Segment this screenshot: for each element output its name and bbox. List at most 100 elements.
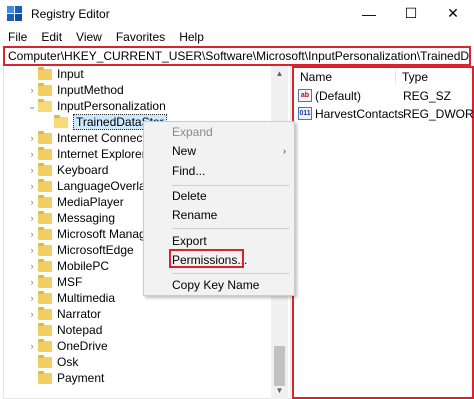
tree-item-messaging[interactable]: › Messaging (26, 210, 115, 226)
menu-item-copy-key-name[interactable]: Copy Key Name (144, 275, 294, 295)
tree-item-languageoverlay[interactable]: › LanguageOverlay (26, 178, 152, 194)
tree-item-inputmethod[interactable]: › InputMethod (26, 82, 124, 98)
tree-item-internet-explorer[interactable]: › Internet Explorer (26, 146, 146, 162)
column-header-name[interactable]: Name (300, 70, 332, 84)
tree-item-narrator[interactable]: › Narrator (26, 306, 101, 322)
menu-item-label: Rename (172, 208, 218, 222)
menu-edit[interactable]: Edit (34, 30, 69, 44)
tree-item-label: InputMethod (57, 83, 124, 97)
tree-item-label: Microsoft Manager (57, 227, 157, 241)
tree-item-onedrive[interactable]: › OneDrive (26, 338, 108, 354)
scrollbar-thumb[interactable] (274, 346, 285, 386)
value-row-default[interactable]: ab (Default) REG_SZ (298, 87, 451, 104)
address-bar[interactable]: Computer\HKEY_CURRENT_USER\Software\Micr… (3, 46, 471, 66)
menu-separator (172, 228, 290, 229)
tree-item-label: MicrosoftEdge (57, 243, 134, 257)
folder-icon (38, 274, 52, 288)
expand-chevron-icon[interactable]: › (26, 341, 38, 351)
expand-chevron-icon[interactable]: › (26, 85, 38, 95)
value-type: REG_DWORD (403, 106, 474, 121)
tree-item-mediaplayer[interactable]: › MediaPlayer (26, 194, 124, 210)
folder-icon (38, 226, 52, 240)
menu-help[interactable]: Help (172, 30, 211, 44)
scroll-down-arrow-icon[interactable]: ▼ (271, 383, 288, 399)
expand-chevron-icon[interactable]: › (26, 133, 38, 143)
folder-icon (38, 258, 52, 272)
tree-item-keyboard[interactable]: › Keyboard (26, 162, 108, 178)
menu-item-label: Find... (172, 164, 206, 178)
expand-chevron-icon[interactable]: › (26, 229, 38, 239)
tree-item-label: MediaPlayer (57, 195, 124, 209)
context-menu: Expand New › Find... Delete Rename Expor… (143, 121, 295, 296)
menu-item-delete[interactable]: Delete (144, 186, 294, 206)
tree-item-label: Internet Explorer (57, 147, 146, 161)
folder-icon (38, 82, 52, 96)
expand-chevron-icon[interactable]: › (26, 165, 38, 175)
folder-icon (38, 354, 52, 368)
menu-item-label: Delete (172, 189, 207, 203)
submenu-arrow-icon: › (283, 146, 286, 156)
menu-item-export[interactable]: Export (144, 231, 294, 251)
menu-item-label: Export (172, 234, 207, 248)
folder-icon (38, 338, 52, 352)
value-row-harvestcontacts[interactable]: 011 HarvestContacts REG_DWORD (298, 105, 474, 122)
tree-item-label: Multimedia (57, 291, 116, 305)
tree-item-label: Messaging (57, 211, 116, 225)
value-name: HarvestContacts (315, 106, 404, 121)
menu-item-label: Expand (172, 125, 213, 139)
minimize-button[interactable]: — (348, 0, 390, 27)
value-name: (Default) (315, 88, 362, 103)
tree-item-inputpersonalization[interactable]: ⌄ InputPersonalization (26, 98, 166, 114)
menu-item-new[interactable]: New › (144, 141, 294, 161)
expand-chevron-icon[interactable]: › (26, 261, 38, 271)
tree-item-msf[interactable]: › MSF (26, 274, 82, 290)
menu-file[interactable]: File (0, 30, 34, 44)
folder-icon (38, 146, 52, 160)
menu-favorites[interactable]: Favorites (109, 30, 172, 44)
tree-item-microsoftedge[interactable]: › MicrosoftEdge (26, 242, 134, 258)
folder-icon (38, 242, 52, 256)
expand-chevron-icon[interactable]: › (26, 245, 38, 255)
expand-chevron-icon[interactable]: › (26, 293, 38, 303)
tree-item-mobilepc[interactable]: › MobilePC (26, 258, 109, 274)
window-title: Registry Editor (31, 6, 110, 21)
address-path: Computer\HKEY_CURRENT_USER\Software\Micr… (8, 49, 471, 63)
tree-item-label: Payment (57, 371, 105, 385)
expand-chevron-icon[interactable]: › (26, 197, 38, 207)
tree-item-label: Osk (57, 355, 79, 369)
tree-item-label: InputPersonalization (57, 99, 166, 113)
tree-item-osk[interactable]: Osk (26, 354, 78, 370)
column-divider[interactable] (395, 70, 396, 84)
expand-chevron-icon[interactable]: › (26, 149, 38, 159)
folder-icon (38, 178, 52, 192)
menu-item-find[interactable]: Find... (144, 161, 294, 181)
menu-item-label: Copy Key Name (172, 278, 260, 292)
open-folder-icon (54, 114, 68, 128)
tree-item-multimedia[interactable]: › Multimedia (26, 290, 115, 306)
folder-icon (38, 370, 52, 384)
expand-chevron-icon[interactable]: › (26, 309, 38, 319)
tree-item-payment[interactable]: Payment (26, 370, 104, 386)
scroll-up-arrow-icon[interactable]: ▲ (271, 66, 288, 82)
expand-chevron-icon[interactable]: › (26, 277, 38, 287)
expand-chevron-icon[interactable]: › (26, 213, 38, 223)
menu-item-expand: Expand (144, 122, 294, 142)
folder-icon (38, 194, 52, 208)
collapse-chevron-icon[interactable]: ⌄ (26, 101, 38, 112)
list-header: Name Type (294, 68, 472, 86)
column-header-type[interactable]: Type (402, 70, 428, 84)
tree-item-microsoft-manager[interactable]: › Microsoft Manager (26, 226, 156, 242)
tree-item-internet-connection[interactable]: › Internet Connection (26, 130, 162, 146)
close-button[interactable]: ✕ (432, 0, 474, 27)
maximize-button[interactable]: ☐ (390, 0, 432, 27)
folder-icon (38, 66, 52, 80)
expand-chevron-icon[interactable]: › (26, 181, 38, 191)
values-pane[interactable]: Name Type ab (Default) REG_SZ 011 Harves… (292, 66, 474, 399)
menu-item-rename[interactable]: Rename (144, 205, 294, 225)
folder-icon (38, 162, 52, 176)
menu-view[interactable]: View (69, 30, 109, 44)
tree-item-input[interactable]: Input (26, 66, 84, 82)
permissions-highlight-box (169, 249, 244, 268)
dword-value-icon: 011 (298, 107, 312, 120)
tree-item-notepad[interactable]: Notepad (26, 322, 102, 338)
